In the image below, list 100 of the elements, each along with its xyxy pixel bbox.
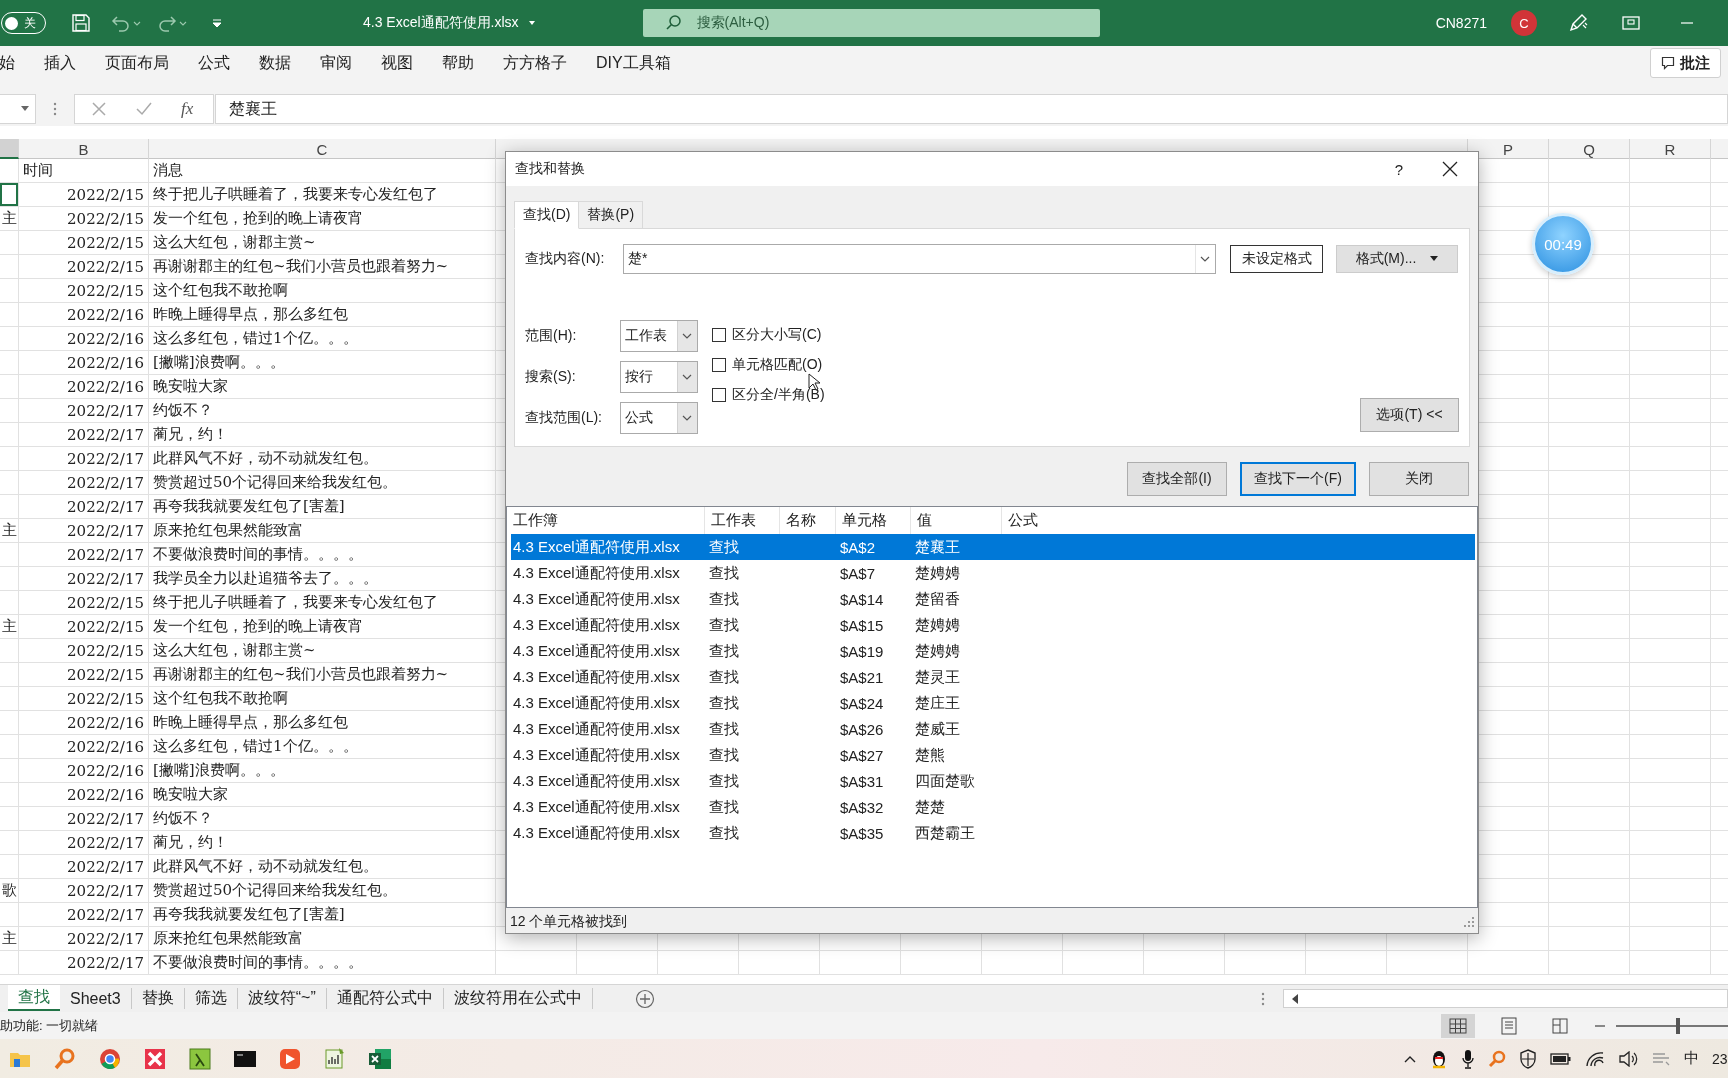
result-row[interactable]: 4.3 Excel通配符使用.xlsx 查找 $A$7 楚娉娉 (511, 560, 1475, 586)
result-row[interactable]: 4.3 Excel通配符使用.xlsx 查找 $A$32 楚楚 (511, 794, 1475, 820)
table-cell-text: 四面楚歌 (914, 771, 976, 791)
dialog-button[interactable]: 查找全部(I) (1127, 462, 1227, 496)
table-cell: 不要做浪费时间的事情。。。。 (149, 543, 496, 566)
table-cell: 蔺兄，约！ (149, 831, 496, 854)
table-cell: [撇嘴]浪费啊。。。 (149, 351, 496, 374)
ribbon-tab[interactable]: 页面布局 (105, 52, 169, 74)
search-field[interactable]: 搜索(Alt+Q) (642, 9, 1100, 37)
table-cell: 赞赏超过50个记得回来给我发红包。 (149, 879, 496, 902)
checkbox-label[interactable]: 区分大小写(C) (732, 326, 822, 344)
status-text: 助功能: 一切就绪 (0, 1016, 99, 1035)
table-cell: 2022/2/16 (19, 375, 149, 398)
table-cell: 2022/2/17 (19, 567, 149, 590)
ribbon-tab[interactable]: 公式 (198, 52, 230, 74)
dropdown[interactable]: 公式 (620, 402, 698, 434)
file-title[interactable]: 4.3 Excel通配符使用.xlsx (363, 14, 537, 32)
table-cell: 2022/2/16 (19, 711, 149, 734)
column-header[interactable]: B (19, 139, 149, 159)
avatar[interactable]: C (1511, 10, 1537, 36)
result-row[interactable]: 4.3 Excel通配符使用.xlsx 查找 $A$31 四面楚歌 (511, 768, 1475, 794)
table-cell-text: 4.3 Excel通配符使用.xlsx (512, 693, 681, 713)
account-name[interactable]: CN8271 (1435, 15, 1487, 31)
format-button[interactable]: 格式(M)... (1336, 245, 1458, 273)
sheet-tab[interactable]: Sheet3 (60, 988, 132, 1009)
sheet-tab[interactable]: 波纹符“~” (237, 988, 327, 1009)
column-header[interactable]: C (149, 139, 496, 159)
clock[interactable]: 23 (1712, 1050, 1728, 1067)
ribbon-tab[interactable]: 方方格子 (503, 52, 567, 74)
options-button[interactable]: 选项(T) << (1360, 398, 1459, 432)
ribbon-tab[interactable]: 审阅 (320, 52, 352, 74)
help-button[interactable]: ? (1376, 152, 1422, 186)
table-cell-text: $A$31 (839, 772, 885, 790)
table-cell-text: $A$27 (839, 746, 885, 764)
table-cell: 歌 (0, 879, 19, 902)
column-header[interactable]: 公式 (1002, 507, 1477, 534)
table-cell: 主 (0, 519, 19, 542)
result-row[interactable]: 4.3 Excel通配符使用.xlsx 查找 $A$19 楚娉娉 (511, 638, 1475, 664)
dialog-button[interactable]: 查找下一个(F) (1240, 462, 1356, 496)
result-row[interactable]: 4.3 Excel通配符使用.xlsx 查找 $A$24 楚庄王 (511, 690, 1475, 716)
sheet-tab[interactable]: 筛选 (184, 988, 238, 1009)
table-cell-text: 查找 (708, 745, 740, 765)
checkbox-label[interactable]: 区分全/半角(B) (732, 386, 825, 404)
table-cell-text: 查找 (708, 667, 740, 687)
table-cell: 2022/2/17 (19, 903, 149, 926)
table-cell: 发一个红包，抢到的晚上请夜宵 (149, 615, 496, 638)
dropdown[interactable]: 按行 (620, 361, 698, 393)
table-cell: 2022/2/16 (19, 327, 149, 350)
tab[interactable]: 替换(P) (578, 201, 644, 229)
table-cell: 2022/2/17 (19, 423, 149, 446)
table-cell: 2022/2/15 (19, 207, 149, 230)
checkbox-label[interactable]: 单元格匹配(O) (732, 356, 823, 374)
column-header[interactable]: Q (1549, 139, 1630, 159)
table-cell: 2022/2/17 (19, 543, 149, 566)
table-cell: 约饭不？ (149, 807, 496, 830)
ribbon-tab[interactable]: 数据 (259, 52, 291, 74)
column-header[interactable]: R (1630, 139, 1711, 159)
table-cell-text: $A$32 (839, 798, 885, 816)
formula-field[interactable]: 楚襄王 (215, 94, 1728, 124)
ribbon-tab[interactable]: 插入 (44, 52, 76, 74)
sheet-tab[interactable]: 查找 (8, 985, 60, 1011)
table-cell: 主 (0, 207, 19, 230)
table-cell: 赞赏超过50个记得回来给我发红包。 (149, 471, 496, 494)
input-method-label[interactable]: 中 (1684, 1049, 1699, 1068)
table-cell: 2022/2/16 (19, 303, 149, 326)
ribbon-tab[interactable]: 视图 (381, 52, 413, 74)
ribbon-tab[interactable]: 帮助 (442, 52, 474, 74)
table-cell: 2022/2/17 (19, 447, 149, 470)
table-cell: 2022/2/17 (19, 831, 149, 854)
table-cell: 这么多红包，错过1个亿。。。 (149, 735, 496, 758)
dialog-button[interactable]: 关闭 (1369, 462, 1469, 496)
insert-function-button[interactable]: fx (181, 99, 194, 119)
table-cell-text: 楚娉娉 (914, 615, 961, 635)
sheet-tab[interactable]: 波纹符用在公式中 (443, 988, 593, 1009)
result-row[interactable]: 4.3 Excel通配符使用.xlsx 查找 $A$35 西楚霸王 (511, 820, 1475, 846)
table-cell: 终于把儿子哄睡着了，我要来专心发红包了 (149, 183, 496, 206)
sheet-tab[interactable]: 替换 (131, 988, 185, 1009)
comment-button[interactable]: 批注 (1650, 48, 1721, 78)
find-field[interactable]: 楚* (623, 244, 1216, 274)
result-row[interactable]: 4.3 Excel通配符使用.xlsx 查找 $A$27 楚熊 (511, 742, 1475, 768)
result-row[interactable]: 4.3 Excel通配符使用.xlsx 查找 $A$21 楚灵王 (511, 664, 1475, 690)
table-cell: 2022/2/17 (19, 519, 149, 542)
table-cell: 这么大红包，谢郡主赏~ (149, 231, 496, 254)
ribbon-tab[interactable]: DIY工具箱 (596, 52, 671, 74)
table-cell-text: $A$35 (839, 824, 885, 842)
sheet-tab[interactable]: 通配符公式中 (326, 988, 444, 1009)
result-row[interactable]: 4.3 Excel通配符使用.xlsx 查找 $A$26 楚威王 (511, 716, 1475, 742)
status-text: 12 个单元格被找到 (510, 912, 628, 931)
table-cell-text: 楚威王 (914, 719, 961, 739)
result-row[interactable]: 4.3 Excel通配符使用.xlsx 查找 $A$14 楚留香 (511, 586, 1475, 612)
table-cell: 主 (0, 615, 19, 638)
table-cell: 晚安啦大家 (149, 375, 496, 398)
result-row[interactable]: 4.3 Excel通配符使用.xlsx 查找 $A$2 楚襄王 (511, 534, 1475, 560)
table-cell-text: 楚楚 (914, 797, 946, 817)
table-cell-text: 查找 (708, 537, 740, 557)
table-cell-text: 4.3 Excel通配符使用.xlsx (512, 745, 681, 765)
table-cell-text: 查找 (708, 563, 740, 583)
result-row[interactable]: 4.3 Excel通配符使用.xlsx 查找 $A$15 楚娉娉 (511, 612, 1475, 638)
dropdown[interactable]: 工作表 (620, 320, 698, 352)
tab[interactable]: 查找(D) (514, 201, 580, 229)
